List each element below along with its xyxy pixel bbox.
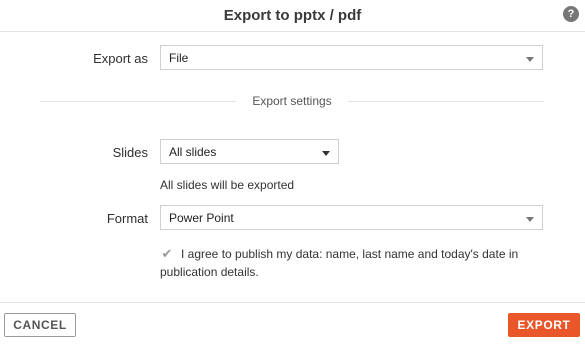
format-select[interactable]: Power Point (160, 205, 543, 230)
dialog-title: Export to pptx / pdf (223, 7, 362, 24)
consent-label: I agree to publish my data: name, last n… (160, 245, 550, 281)
export-as-value: File (169, 51, 189, 65)
export-dialog: Export to pptx / pdf ? Export as File Ex… (0, 0, 585, 344)
dialog-header: Export to pptx / pdf ? (0, 0, 585, 32)
format-value: Power Point (169, 211, 234, 225)
slides-select[interactable]: All slides (160, 139, 339, 164)
slides-hint: All slides will be exported (160, 178, 295, 192)
export-button[interactable]: EXPORT (508, 313, 580, 337)
question-icon[interactable]: ? (563, 6, 579, 22)
section-divider-left (40, 101, 236, 102)
slides-label: Slides (112, 145, 148, 160)
export-as-select[interactable]: File (160, 45, 543, 70)
export-as-label: Export as (93, 51, 148, 66)
consent-text: I agree to publish my data: name, last n… (160, 247, 519, 279)
footer-divider (0, 302, 585, 303)
section-divider-right (348, 101, 544, 102)
section-heading: Export settings (252, 94, 332, 108)
slides-value: All slides (169, 145, 217, 159)
cancel-button[interactable]: CANCEL (4, 313, 76, 337)
chevron-down-icon (322, 151, 330, 156)
chevron-down-icon (526, 217, 534, 222)
format-label: Format (106, 211, 148, 226)
chevron-down-icon (526, 57, 534, 62)
